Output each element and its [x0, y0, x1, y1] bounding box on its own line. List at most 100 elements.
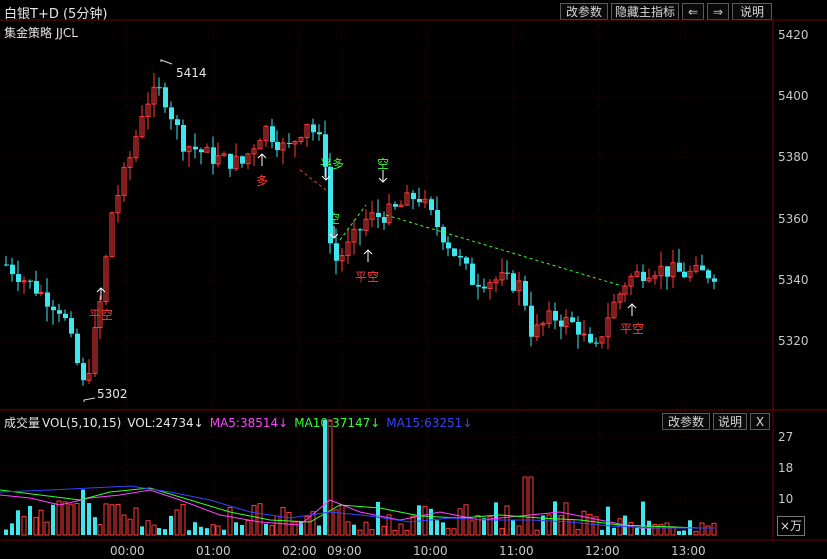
candle-body-down — [57, 310, 62, 314]
volume-bar-down — [234, 522, 238, 535]
volume-bar-down — [222, 529, 226, 535]
candle-body-down — [511, 273, 516, 291]
candle-body-down — [411, 192, 416, 200]
volume-bar-down — [606, 506, 610, 535]
candle-body-down — [476, 284, 481, 287]
volume-bar-up — [274, 515, 280, 536]
candle-body-down — [700, 265, 705, 271]
volume-bar-up — [38, 509, 44, 536]
volume-bar-down — [264, 523, 268, 535]
candle-body-down — [712, 278, 717, 282]
volume-bar-down — [157, 528, 161, 535]
trend-line-red — [299, 169, 327, 191]
volume-bar-up — [404, 529, 410, 536]
candle-body-down — [458, 255, 463, 258]
candle-body-down — [317, 132, 322, 135]
volume-bar-down — [417, 505, 421, 535]
candle-body-down — [228, 153, 233, 169]
candle-body-down — [429, 199, 434, 211]
candle-body-down — [553, 310, 558, 321]
volume-bar-up — [357, 529, 363, 536]
candle-body-down — [334, 243, 339, 261]
volume-bar-down — [51, 504, 55, 535]
candle-body-down — [75, 333, 80, 364]
candle-body-down — [588, 333, 593, 343]
candle-body-down — [240, 156, 245, 164]
volume-bar-up — [475, 514, 481, 536]
volume-bar-up — [363, 521, 369, 536]
volume-bar-down — [435, 520, 439, 535]
volume-bar-up — [522, 476, 528, 536]
volume-bar-up — [245, 520, 251, 536]
candle-body-down — [211, 147, 216, 164]
candle-body-down — [28, 280, 33, 282]
candle-body-down — [16, 274, 21, 282]
volume-bar-down — [93, 517, 97, 535]
candle-body-down — [328, 166, 333, 244]
candle-body-down — [169, 107, 174, 120]
candle-body-down — [51, 306, 56, 311]
volume-bar-up — [333, 509, 339, 536]
candle-body-down — [446, 242, 451, 249]
candle-body-down — [435, 210, 440, 227]
volume-bar-down — [376, 501, 380, 535]
volume-bar-down — [193, 522, 197, 535]
candle-body-down — [665, 266, 670, 277]
volume-bar-up — [174, 509, 180, 536]
candle-body-down — [576, 321, 581, 335]
candle-body-down — [464, 257, 469, 264]
kline-chart-canvas[interactable] — [0, 0, 827, 559]
volume-bar-down — [187, 530, 191, 535]
volume-bar-up — [127, 518, 133, 536]
candle-body-down — [523, 280, 528, 306]
low-marker — [83, 397, 96, 402]
candle-body-down — [570, 317, 575, 322]
candle-body-down — [193, 146, 198, 150]
volume-bar-up — [469, 520, 475, 536]
volume-bar-down — [4, 529, 8, 535]
candle-body-down — [323, 134, 328, 167]
candle-body-down — [175, 119, 180, 125]
volume-bar-down — [317, 525, 321, 535]
volume-bar-up — [457, 508, 463, 536]
volume-bar-up — [410, 515, 416, 536]
candle-body-down — [376, 212, 381, 218]
volume-bar-up — [215, 525, 221, 536]
arrow-up-icon — [627, 303, 637, 316]
volume-bar-up — [693, 531, 699, 536]
arrow-up-icon — [363, 249, 373, 262]
volume-bar-down — [323, 420, 327, 535]
volume-bar-down — [441, 522, 445, 535]
volume-bar-up — [133, 507, 139, 536]
volume-bar-down — [240, 524, 244, 535]
candle-body-down — [199, 149, 204, 153]
volume-bar-down — [16, 510, 20, 535]
candle-body-down — [287, 142, 292, 144]
volume-bar-up — [445, 527, 451, 536]
volume-bar-down — [10, 523, 14, 535]
volume-bar-up — [534, 529, 540, 536]
candle-body-down — [470, 263, 475, 285]
candle-body-down — [682, 271, 687, 278]
volume-bar-up — [21, 515, 27, 536]
volume-bar-up — [345, 521, 351, 536]
candle-body-down — [594, 342, 599, 344]
trend-line-green — [339, 204, 367, 241]
candle-body-down — [441, 226, 446, 243]
volume-bar-down — [429, 508, 433, 535]
volume-bar-down — [511, 519, 515, 535]
candle-body-down — [677, 262, 682, 272]
volume-bar-up — [705, 525, 711, 536]
volume-bar-down — [28, 505, 32, 535]
volume-bar-down — [635, 527, 639, 535]
volume-bar-up — [145, 520, 151, 536]
volume-bar-down — [682, 530, 686, 535]
candle-body-down — [641, 271, 646, 282]
volume-bar-up — [44, 521, 50, 536]
candle-body-down — [482, 286, 487, 289]
candle-body-down — [4, 264, 9, 266]
candle-body-down — [311, 124, 316, 133]
volume-bar-up — [628, 521, 634, 536]
candle-body-down — [69, 318, 74, 334]
volume-bar-up — [121, 514, 127, 536]
